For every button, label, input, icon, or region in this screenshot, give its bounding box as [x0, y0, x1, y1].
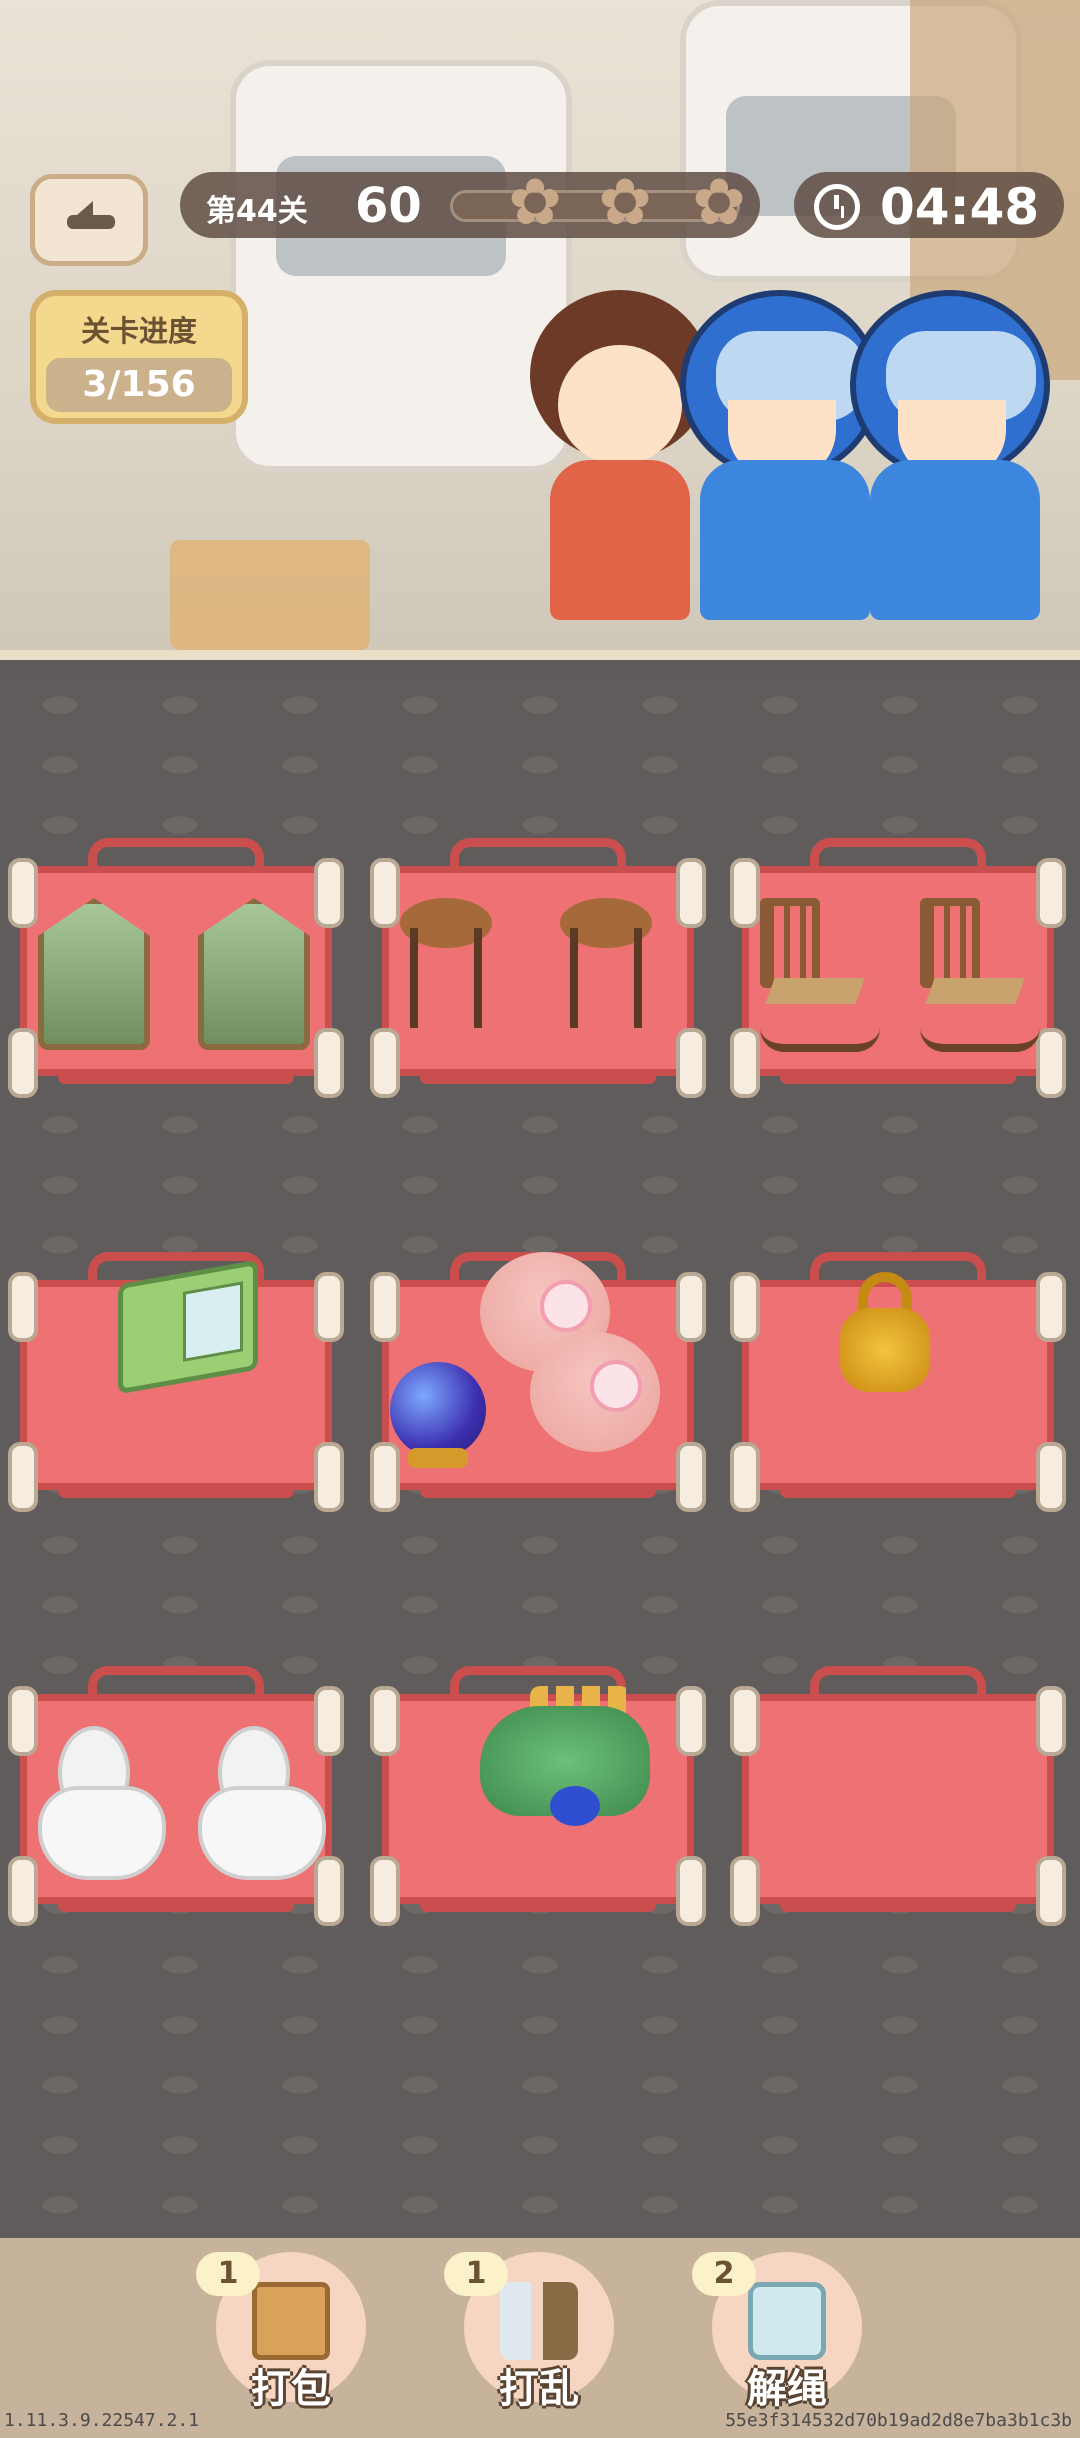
- wooden-stool-item[interactable]: [400, 898, 492, 1038]
- cart-wheel: [676, 1442, 706, 1512]
- cart-wheel: [314, 858, 344, 928]
- star-progress-bar: ✿ ✿ ✿: [450, 171, 746, 235]
- cart-wheel: [314, 1272, 344, 1342]
- tool-count: 2: [692, 2252, 756, 2296]
- golden-lock-item[interactable]: [840, 1272, 930, 1392]
- delivery-cart[interactable]: [8, 838, 344, 1108]
- cart-wheel: [314, 1442, 344, 1512]
- cart-wheel: [730, 1028, 760, 1098]
- stage-progress-value: 3/156: [82, 364, 196, 405]
- cart-wheel: [370, 1686, 400, 1756]
- cart-wheel: [1036, 1028, 1066, 1098]
- back-button[interactable]: [30, 174, 148, 266]
- cart-wheel: [676, 1856, 706, 1926]
- cart-wheel: [676, 1272, 706, 1342]
- stage-progress-title: 关卡进度: [80, 314, 197, 348]
- cart-wheel: [730, 1272, 760, 1342]
- cart-wheel: [1036, 1442, 1066, 1512]
- delivery-cart[interactable]: [370, 1666, 706, 1936]
- delivery-cart[interactable]: [8, 1252, 344, 1522]
- cart-wheel: [8, 1272, 38, 1342]
- shuffle-icon: [500, 2282, 578, 2360]
- build-hash-text: 55e3f314532d70b19ad2d8e7ba3b1c3b: [725, 2410, 1072, 2431]
- box-icon: [252, 2282, 330, 2360]
- cart-wheel: [1036, 858, 1066, 928]
- shuffle-tool-button[interactable]: 1 打乱: [444, 2252, 614, 2412]
- cart-wheel: [730, 1686, 760, 1756]
- delivery-cart[interactable]: [370, 1252, 706, 1522]
- cart-wheel: [8, 1442, 38, 1512]
- score-value: 60: [355, 178, 422, 234]
- delivery-cart[interactable]: [370, 838, 706, 1108]
- cart-wheel: [8, 1856, 38, 1926]
- clock-icon: [814, 184, 860, 230]
- pack-tool-button[interactable]: 1 打包: [196, 2252, 366, 2412]
- cart-wheel: [8, 1028, 38, 1098]
- version-text: 1.11.3.9.22547.2.1: [4, 2410, 200, 2431]
- cart-wheel: [314, 1028, 344, 1098]
- cardboard-box: [170, 540, 370, 650]
- stage-progress-panel: 关卡进度 3/156: [30, 290, 248, 424]
- untie-tool-button[interactable]: 2 解绳: [692, 2252, 862, 2412]
- star-icon: ✿: [692, 166, 746, 240]
- cart-wheel: [370, 1272, 400, 1342]
- counter-edge: [0, 650, 1080, 660]
- dinosaur-toy-item[interactable]: [480, 1686, 650, 1826]
- pink-cushion-item[interactable]: [530, 1332, 660, 1452]
- cart-wheel: [1036, 1272, 1066, 1342]
- tool-count: 1: [196, 2252, 260, 2296]
- cart-wheel: [1036, 1686, 1066, 1756]
- cart-wheel: [730, 1856, 760, 1926]
- courier-rider: [850, 290, 1050, 630]
- level-label: 第44关: [206, 194, 308, 229]
- tool-count: 1: [444, 2252, 508, 2296]
- cart-wheel: [676, 1028, 706, 1098]
- delivery-cart[interactable]: [8, 1666, 344, 1936]
- wooden-stool-item[interactable]: [560, 898, 652, 1038]
- tool-label: 打包: [251, 2366, 331, 2412]
- cart-wheel: [1036, 1856, 1066, 1926]
- toilet-item[interactable]: [198, 1726, 328, 1880]
- rope-icon: [748, 2282, 826, 2360]
- delivery-cart[interactable]: [730, 1666, 1066, 1936]
- star-icon: ✿: [598, 166, 652, 240]
- tool-label: 解绳: [747, 2366, 827, 2412]
- cart-wheel: [370, 858, 400, 928]
- crystal-ball-item[interactable]: [390, 1362, 486, 1472]
- cart-wheel: [370, 1028, 400, 1098]
- delivery-cart[interactable]: [730, 838, 1066, 1108]
- timer-value: 04:48: [880, 178, 1040, 236]
- rocking-chair-item[interactable]: [760, 898, 880, 1052]
- cart-wheel: [676, 1686, 706, 1756]
- cart-wheel: [8, 858, 38, 928]
- cart-wheel: [730, 858, 760, 928]
- tool-label: 打乱: [499, 2366, 579, 2412]
- rocking-chair-item[interactable]: [920, 898, 1040, 1052]
- level-bar: 第44关 60 ✿ ✿ ✿: [180, 171, 760, 238]
- delivery-cart[interactable]: [730, 1252, 1066, 1522]
- cart-wheel: [730, 1442, 760, 1512]
- delivery-truck: [230, 60, 572, 472]
- cart-wheel: [370, 1856, 400, 1926]
- timer: 04:48: [794, 172, 1064, 238]
- back-arrow-icon: [67, 201, 115, 229]
- toilet-item[interactable]: [38, 1726, 168, 1880]
- cart-bed: [742, 1694, 1054, 1904]
- cart-wheel: [8, 1686, 38, 1756]
- cart-wheel: [676, 858, 706, 928]
- star-icon: ✿: [508, 166, 562, 240]
